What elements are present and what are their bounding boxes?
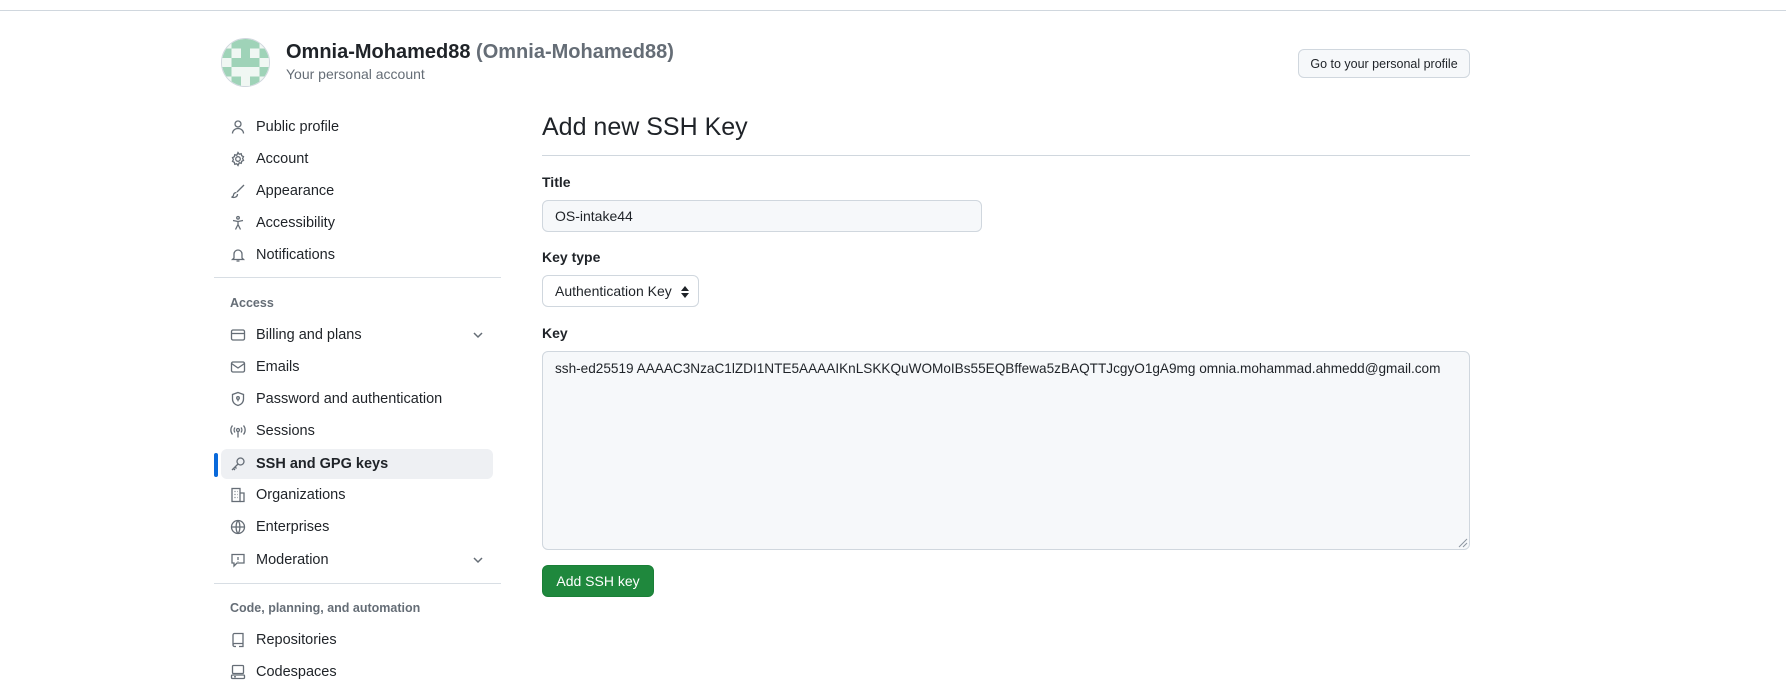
avatar[interactable]	[221, 38, 270, 87]
sidebar-item-password[interactable]: Password and authentication	[221, 384, 493, 414]
key-textarea[interactable]: ssh-ed25519 AAAAC3NzaC1lZDI1NTE5AAAAIKnL…	[542, 351, 1470, 550]
report-icon	[230, 552, 246, 568]
key-type-selected-value: Authentication Key	[555, 283, 672, 299]
sidebar-item-label: Appearance	[256, 183, 335, 199]
sidebar-item-label: Codespaces	[256, 664, 337, 680]
sidebar-item-emails[interactable]: Emails	[221, 352, 493, 382]
repo-icon	[230, 632, 246, 648]
title-field-label: Title	[542, 174, 571, 190]
mail-icon	[230, 359, 246, 375]
sidebar-item-codespaces[interactable]: Codespaces	[221, 657, 493, 687]
sidebar-item-ssh-gpg-keys[interactable]: SSH and GPG keys	[221, 449, 493, 479]
sidebar-item-label: Emails	[256, 359, 300, 375]
sidebar-item-enterprises[interactable]: Enterprises	[221, 512, 493, 542]
sidebar-item-account[interactable]: Account	[221, 144, 493, 174]
sidebar-divider	[214, 277, 501, 278]
sidebar-item-label: Accessibility	[256, 215, 335, 231]
sidebar-item-accessibility[interactable]: Accessibility	[221, 208, 493, 238]
gear-icon	[230, 151, 246, 167]
sidebar-section-access: Access	[230, 296, 274, 310]
sidebar-item-organizations[interactable]: Organizations	[221, 480, 493, 510]
active-item-indicator	[214, 453, 218, 477]
sidebar-item-label: SSH and GPG keys	[256, 456, 389, 472]
broadcast-icon	[230, 423, 246, 439]
sidebar-item-moderation[interactable]: Moderation	[221, 545, 493, 575]
codespaces-icon	[230, 664, 246, 680]
key-field-label: Key	[542, 325, 568, 341]
sidebar-item-label: Sessions	[256, 423, 315, 439]
page-title: Add new SSH Key	[542, 113, 748, 141]
sidebar-divider	[214, 583, 501, 584]
sidebar-item-label: Enterprises	[256, 519, 330, 535]
globe-icon	[230, 519, 246, 535]
key-type-select[interactable]: Authentication Key	[542, 275, 699, 307]
account-subtitle: Your personal account	[286, 66, 425, 82]
sidebar-item-sessions[interactable]: Sessions	[221, 416, 493, 446]
sidebar-item-label: Notifications	[256, 247, 335, 263]
sidebar-item-appearance[interactable]: Appearance	[221, 176, 493, 206]
title-input[interactable]	[542, 200, 982, 232]
bell-icon	[230, 247, 246, 263]
sidebar-item-public-profile[interactable]: Public profile	[221, 112, 493, 142]
account-login: (Omnia-Mohamed88)	[476, 41, 674, 63]
key-type-field-label: Key type	[542, 249, 601, 265]
resize-grip-icon[interactable]	[1458, 538, 1468, 548]
select-arrows-icon	[681, 286, 689, 298]
sidebar-section-code: Code, planning, and automation	[230, 601, 421, 615]
sidebar-item-label: Password and authentication	[256, 391, 443, 407]
title-divider	[542, 155, 1470, 156]
account-display-name: Omnia-Mohamed88	[286, 41, 471, 63]
sidebar-item-label: Account	[256, 151, 309, 167]
person-icon	[230, 119, 246, 135]
sidebar-item-label: Public profile	[256, 119, 340, 135]
sidebar-item-label: Billing and plans	[256, 327, 362, 343]
add-ssh-key-button[interactable]: Add SSH key	[542, 565, 654, 597]
go-to-profile-button[interactable]: Go to your personal profile	[1298, 49, 1470, 78]
shield-lock-icon	[230, 391, 246, 407]
account-name: Omnia-Mohamed88 (Omnia-Mohamed88)	[286, 41, 674, 64]
credit-card-icon	[230, 327, 246, 343]
chevron-down-icon[interactable]	[471, 553, 485, 567]
accessibility-icon	[230, 215, 246, 231]
paintbrush-icon	[230, 183, 246, 199]
sidebar-item-label: Moderation	[256, 552, 329, 568]
sidebar-item-notifications[interactable]: Notifications	[221, 240, 493, 270]
sidebar-item-billing[interactable]: Billing and plans	[221, 320, 493, 350]
chevron-down-icon[interactable]	[471, 328, 485, 342]
organization-icon	[230, 487, 246, 503]
sidebar-item-repositories[interactable]: Repositories	[221, 625, 493, 655]
sidebar-item-label: Organizations	[256, 487, 346, 503]
top-bar	[0, 0, 1786, 11]
key-icon	[230, 456, 246, 472]
sidebar-item-label: Repositories	[256, 632, 337, 648]
